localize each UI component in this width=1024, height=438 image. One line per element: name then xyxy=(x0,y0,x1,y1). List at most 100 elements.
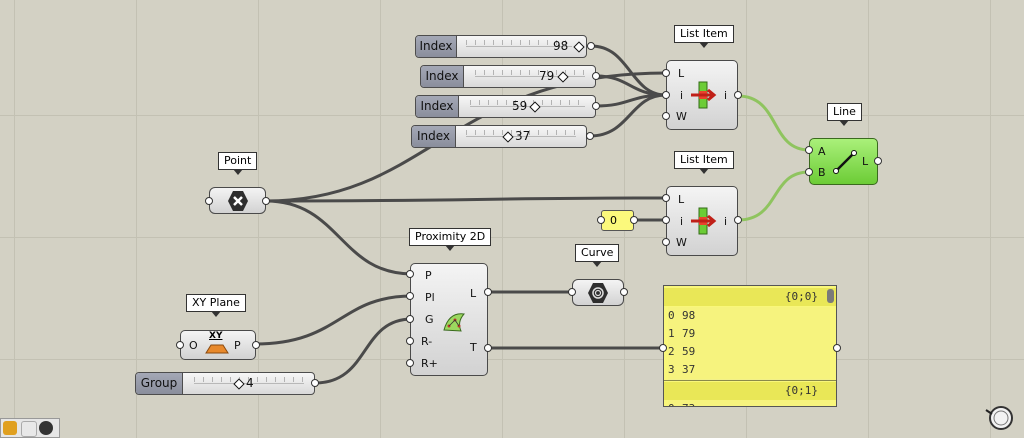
panel-scrollbar[interactable] xyxy=(827,289,834,303)
wire-point-to-listitem2 xyxy=(265,196,667,203)
xy-plane-component[interactable]: O P XY xyxy=(180,330,256,360)
branch-divider xyxy=(664,380,836,381)
port-R-plus: R+ xyxy=(421,357,438,370)
close-icon[interactable] xyxy=(39,421,53,435)
index-slider-59[interactable]: Index 59 xyxy=(415,95,596,118)
list-item: 0 98 xyxy=(668,307,830,326)
line-component[interactable]: A B L xyxy=(809,138,878,185)
slider-output-grip[interactable] xyxy=(586,132,594,140)
index-slider-79[interactable]: Index 79 xyxy=(420,65,596,88)
point-output-grip[interactable] xyxy=(262,197,270,205)
slider-handle[interactable] xyxy=(573,41,585,53)
port-i: i xyxy=(680,215,684,228)
point-input-grip[interactable] xyxy=(205,197,213,205)
group-slider[interactable]: Group 4 xyxy=(135,372,315,395)
wire-index98-to-listitem xyxy=(590,44,667,97)
slider-ticks xyxy=(470,100,585,105)
zero-value: 0 xyxy=(610,214,617,227)
slider-label: Index xyxy=(416,36,457,57)
slider-label: Group xyxy=(136,373,183,394)
list-item: 1 79 xyxy=(668,325,830,344)
wire-listitem2-to-line xyxy=(737,170,810,222)
line-caption: Line xyxy=(827,103,862,121)
list-item-2-output-grip[interactable] xyxy=(734,216,742,224)
proximity-Rminus-grip[interactable] xyxy=(406,337,414,345)
wire-xyplane-to-proximity xyxy=(254,294,413,346)
zero-panel-output-grip[interactable] xyxy=(630,216,638,224)
port-W: W xyxy=(676,236,687,249)
list-item-2-W-grip[interactable] xyxy=(662,238,670,246)
list-item-1-output-grip[interactable] xyxy=(734,91,742,99)
navigation-compass-icon[interactable] xyxy=(984,404,1018,432)
curve-input-grip[interactable] xyxy=(568,288,576,296)
zero-panel-input-grip[interactable] xyxy=(597,216,605,224)
point-component[interactable] xyxy=(209,187,266,214)
wire-point-to-proximity xyxy=(265,199,413,276)
list-item-1-W-grip[interactable] xyxy=(662,112,670,120)
pen-icon[interactable] xyxy=(21,421,37,437)
port-L: L xyxy=(678,193,685,206)
list-item-2-caption: List Item xyxy=(674,151,734,169)
slider-value: 37 xyxy=(515,129,531,143)
branch-header: {0;1} xyxy=(664,382,836,400)
list-item: 2 59 xyxy=(668,343,830,362)
slider-track xyxy=(470,106,585,109)
line-output-grip[interactable] xyxy=(874,157,882,165)
xy-plane-output-grip[interactable] xyxy=(252,341,260,349)
port-Pl: Pl xyxy=(425,291,435,304)
list-item-1-caption: List Item xyxy=(674,25,734,43)
list-item-2-component[interactable]: L i W i xyxy=(666,186,738,256)
line-B-grip[interactable] xyxy=(805,168,813,176)
index-slider-98[interactable]: Index 98 xyxy=(415,35,587,58)
grasshopper-icon[interactable] xyxy=(3,421,17,435)
panel-input-grip[interactable] xyxy=(659,344,667,352)
wire-listitem1-to-line xyxy=(737,94,810,152)
proximity-Pl-grip[interactable] xyxy=(406,292,414,300)
slider-ticks xyxy=(475,70,585,75)
slider-output-grip[interactable] xyxy=(587,42,595,50)
list-item-2-L-grip[interactable] xyxy=(662,194,670,202)
curve-output-grip[interactable] xyxy=(620,288,628,296)
list-item-1-i-grip[interactable] xyxy=(662,91,670,99)
proximity-P-grip[interactable] xyxy=(406,270,414,278)
proximity-2d-caption: Proximity 2D xyxy=(409,228,492,246)
slider-label: Index xyxy=(412,126,456,147)
port-O: O xyxy=(189,339,198,352)
panel-output-grip[interactable] xyxy=(833,344,841,352)
curve-component[interactable] xyxy=(572,279,624,306)
list-item: 3 37 xyxy=(668,361,830,380)
slider-output-grip[interactable] xyxy=(592,102,600,110)
port-P: P xyxy=(425,269,432,282)
xy-plane-icon-text: XY xyxy=(209,331,223,341)
list-item: 073 xyxy=(668,400,830,406)
curve-param-icon xyxy=(588,283,608,303)
proximity-T-output-grip[interactable] xyxy=(484,344,492,352)
point-hexagon-icon xyxy=(228,191,248,211)
slider-output-grip[interactable] xyxy=(311,379,319,387)
proximity-2d-component[interactable]: P Pl G R- R+ L T xyxy=(410,263,488,376)
proximity-L-output-grip[interactable] xyxy=(484,288,492,296)
list-item-2-i-grip[interactable] xyxy=(662,216,670,224)
port-R-minus: R- xyxy=(421,335,433,348)
proximity-icon xyxy=(443,313,465,332)
port-A: A xyxy=(818,145,826,158)
slider-value: 4 xyxy=(246,376,254,390)
list-item-1-component[interactable]: L i W i xyxy=(666,60,738,130)
curve-caption: Curve xyxy=(575,244,620,262)
port-out-T: T xyxy=(470,341,477,354)
slider-label: Index xyxy=(421,66,464,87)
list-item-1-L-grip[interactable] xyxy=(662,69,670,77)
xy-plane-input-grip[interactable] xyxy=(176,341,184,349)
port-B: B xyxy=(818,166,826,179)
data-panel[interactable]: {0;0} 098 179 259 337 {0;1} 073 xyxy=(663,285,837,407)
port-out-i: i xyxy=(724,215,728,228)
slider-output-grip[interactable] xyxy=(592,72,600,80)
proximity-G-grip[interactable] xyxy=(406,315,414,323)
index-slider-37[interactable]: Index 37 xyxy=(411,125,587,148)
port-i: i xyxy=(680,89,684,102)
line-A-grip[interactable] xyxy=(805,146,813,154)
proximity-Rplus-grip[interactable] xyxy=(406,359,414,367)
line-icon xyxy=(833,150,857,174)
xy-plane-caption: XY Plane xyxy=(186,294,246,312)
wire-group-to-proximity xyxy=(314,317,413,385)
